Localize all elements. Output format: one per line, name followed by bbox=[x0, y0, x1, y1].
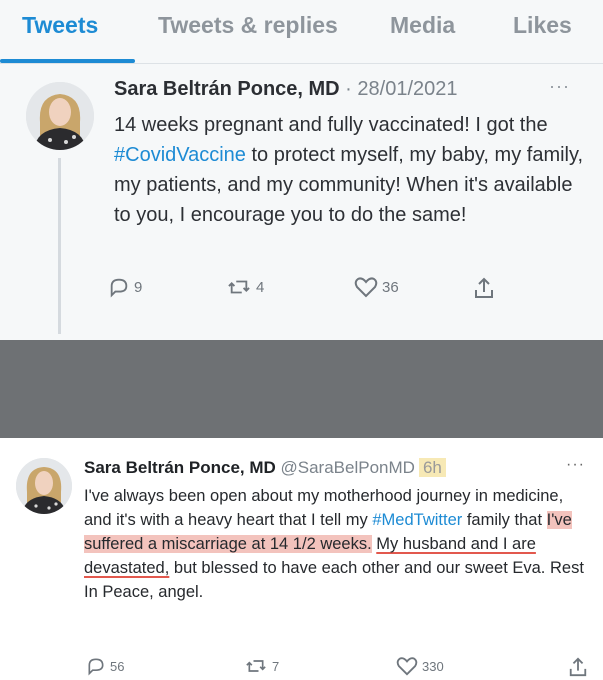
tweet-date[interactable]: · 28/01/2021 bbox=[340, 78, 457, 100]
reply-button[interactable]: 56 bbox=[86, 656, 124, 676]
profile-tabs: Tweets Tweets & replies Media Likes bbox=[0, 0, 603, 64]
tweet-card[interactable]: Sara Beltrán Ponce, MD · 28/01/2021 ··· … bbox=[0, 64, 603, 340]
retweet-count: 4 bbox=[256, 278, 265, 296]
hashtag-link[interactable]: #CovidVaccine bbox=[114, 144, 246, 166]
retweet-count: 7 bbox=[272, 658, 280, 674]
like-count: 36 bbox=[382, 278, 399, 296]
tweet-actions: 56 7 330 bbox=[84, 656, 594, 680]
heart-icon bbox=[354, 277, 378, 298]
tweet-header: Sara Beltrán Ponce, MD · 28/01/2021 bbox=[114, 78, 458, 101]
reply-count: 56 bbox=[110, 658, 125, 674]
tweet-actions: 9 4 36 bbox=[108, 276, 528, 306]
like-count: 330 bbox=[422, 658, 444, 674]
reply-button[interactable]: 9 bbox=[108, 276, 142, 298]
tweet-text: I've always been open about my motherhoo… bbox=[84, 487, 584, 601]
tab-media[interactable]: Media bbox=[390, 12, 455, 39]
active-tab-indicator bbox=[0, 59, 135, 63]
tab-tweets[interactable]: Tweets bbox=[22, 12, 98, 39]
retweet-icon bbox=[228, 280, 250, 294]
tweet-card[interactable]: Sara Beltrán Ponce, MD @SaraBelPonMD 6h ·… bbox=[0, 438, 603, 680]
like-button[interactable]: 330 bbox=[396, 656, 444, 676]
retweet-button[interactable]: 7 bbox=[244, 656, 279, 676]
author-name[interactable]: Sara Beltrán Ponce, MD bbox=[84, 458, 276, 477]
retweet-icon bbox=[246, 660, 266, 672]
thread-line bbox=[58, 158, 61, 334]
reply-count: 9 bbox=[134, 278, 143, 296]
share-icon bbox=[569, 657, 587, 677]
like-button[interactable]: 36 bbox=[354, 276, 399, 298]
tab-likes[interactable]: Likes bbox=[513, 12, 572, 39]
share-button[interactable] bbox=[473, 276, 499, 300]
retweet-button[interactable]: 4 bbox=[226, 276, 264, 298]
reply-icon bbox=[110, 278, 128, 298]
tab-tweets-replies[interactable]: Tweets & replies bbox=[158, 12, 338, 39]
share-icon bbox=[475, 277, 493, 298]
hashtag-link[interactable]: #MedTwitter bbox=[372, 511, 462, 529]
author-handle[interactable]: @SaraBelPonMD bbox=[276, 458, 415, 477]
heart-icon bbox=[396, 657, 418, 676]
author-name[interactable]: Sara Beltrán Ponce, MD bbox=[114, 78, 340, 100]
profile-timeline-panel: Tweets Tweets & replies Media Likes Sara… bbox=[0, 0, 603, 340]
avatar[interactable] bbox=[16, 458, 72, 514]
reply-icon bbox=[88, 658, 104, 676]
tweet-header: Sara Beltrán Ponce, MD @SaraBelPonMD 6h bbox=[84, 458, 446, 478]
more-options-icon[interactable]: ··· bbox=[549, 76, 570, 97]
image-separator bbox=[0, 340, 603, 438]
share-button[interactable] bbox=[568, 656, 592, 678]
tweet-time[interactable]: 6h bbox=[418, 458, 446, 477]
avatar[interactable] bbox=[26, 82, 94, 150]
tweet-text: 14 weeks pregnant and fully vaccinated! … bbox=[114, 114, 584, 226]
more-options-icon[interactable]: ··· bbox=[566, 456, 585, 474]
